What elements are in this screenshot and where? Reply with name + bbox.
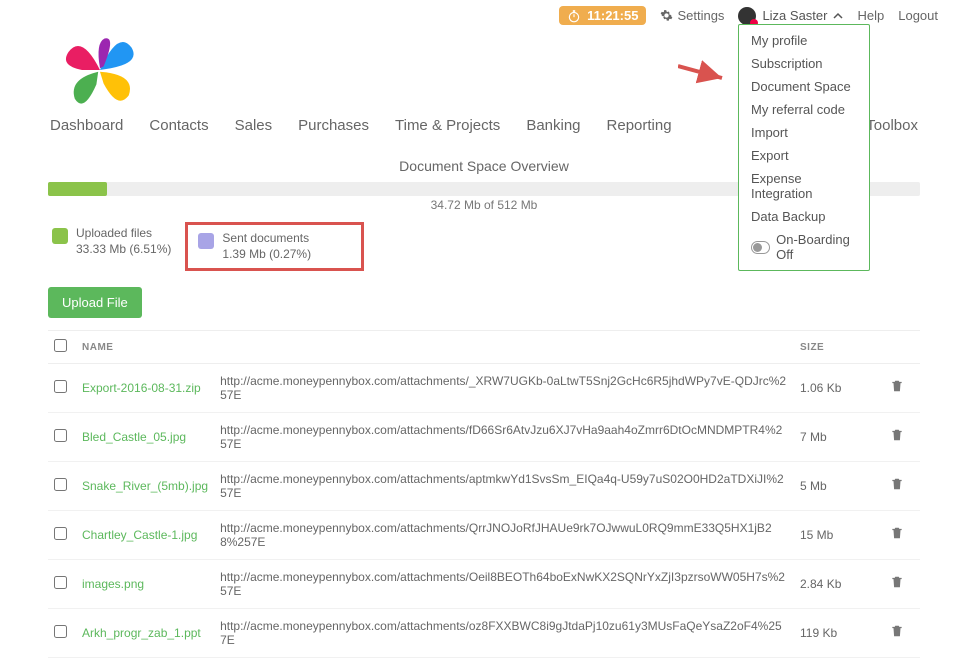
usage-fill [48,182,107,196]
session-timer: 11:21:55 [559,6,646,25]
trash-icon[interactable] [890,478,904,495]
timer-value: 11:21:55 [587,8,638,23]
uploaded-label: Uploaded files [76,226,171,242]
row-checkbox[interactable] [54,478,67,491]
col-name: NAME [76,331,214,364]
row-checkbox[interactable] [54,429,67,442]
nav-time-projects[interactable]: Time & Projects [395,111,500,140]
legend-sent-highlight: Sent documents 1.39 Mb (0.27%) [185,222,364,271]
file-url: http://acme.moneypennybox.com/attachment… [214,511,794,560]
menu-referral[interactable]: My referral code [739,98,869,121]
user-menu-toggle[interactable]: Liza Saster [738,7,843,25]
file-size: 5 Mb [794,462,884,511]
file-url: http://acme.moneypennybox.com/attachment… [214,560,794,609]
logout-link[interactable]: Logout [898,8,938,23]
table-row: Chartley_Castle-1.jpg http://acme.moneype… [48,511,920,560]
select-all-checkbox[interactable] [54,339,67,352]
chevron-up-icon [833,11,843,21]
nav-reporting[interactable]: Reporting [607,111,672,140]
row-checkbox[interactable] [54,576,67,589]
file-name-link[interactable]: Chartley_Castle-1.jpg [82,528,197,542]
col-size: SIZE [794,331,884,364]
file-size: 7 Mb [794,413,884,462]
table-row: Snake_River_(5mb).jpg http://acme.moneype… [48,462,920,511]
settings-label: Settings [677,8,724,23]
sent-label: Sent documents [222,231,311,247]
menu-expense-integration[interactable]: Expense Integration [739,167,869,205]
annotation-arrow [678,60,728,90]
app-logo [50,25,150,115]
menu-document-space[interactable]: Document Space [739,75,869,98]
file-name-link[interactable]: Arkh_progr_zab_1.ppt [82,626,201,640]
nav-purchases[interactable]: Purchases [298,111,369,140]
files-table: NAME SIZE Export-2016-08-31.zip http://ac… [48,330,920,658]
row-checkbox[interactable] [54,527,67,540]
file-size: 2.84 Kb [794,560,884,609]
onboarding-label: On-Boarding Off [776,232,857,262]
gear-icon [660,9,673,22]
row-checkbox[interactable] [54,380,67,393]
row-checkbox[interactable] [54,625,67,638]
file-size: 15 Mb [794,511,884,560]
menu-subscription[interactable]: Subscription [739,52,869,75]
upload-button[interactable]: Upload File [48,287,142,318]
file-name-link[interactable]: Bled_Castle_05.jpg [82,430,186,444]
nav-sales[interactable]: Sales [235,111,273,140]
sent-value: 1.39 Mb (0.27%) [222,247,311,263]
help-link[interactable]: Help [857,8,884,23]
table-row: Bled_Castle_05.jpg http://acme.moneypenny… [48,413,920,462]
table-row: images.png http://acme.moneypennybox.com/… [48,560,920,609]
file-name-link[interactable]: Export-2016-08-31.zip [82,381,201,395]
nav-banking[interactable]: Banking [526,111,580,140]
file-url: http://acme.moneypennybox.com/attachment… [214,609,794,658]
trash-icon[interactable] [890,380,904,397]
nav-dashboard[interactable]: Dashboard [50,111,123,140]
menu-import[interactable]: Import [739,121,869,144]
swatch-purple [198,233,214,249]
menu-my-profile[interactable]: My profile [739,29,869,52]
file-size: 119 Kb [794,609,884,658]
trash-icon[interactable] [890,527,904,544]
file-url: http://acme.moneypennybox.com/attachment… [214,364,794,413]
menu-export[interactable]: Export [739,144,869,167]
file-size: 1.06 Kb [794,364,884,413]
trash-icon[interactable] [890,429,904,446]
file-url: http://acme.moneypennybox.com/attachment… [214,413,794,462]
avatar [738,7,756,25]
trash-icon[interactable] [890,625,904,642]
uploaded-value: 33.33 Mb (6.51%) [76,242,171,258]
menu-data-backup[interactable]: Data Backup [739,205,869,228]
nav-contacts[interactable]: Contacts [149,111,208,140]
legend-uploaded: Uploaded files 33.33 Mb (6.51%) [48,222,175,261]
user-name: Liza Saster [762,8,827,23]
table-row: Export-2016-08-31.zip http://acme.moneype… [48,364,920,413]
swatch-green [52,228,68,244]
table-row: Arkh_progr_zab_1.ppt http://acme.moneypen… [48,609,920,658]
file-name-link[interactable]: Snake_River_(5mb).jpg [82,479,208,493]
file-url: http://acme.moneypennybox.com/attachment… [214,462,794,511]
stopwatch-icon [567,9,581,23]
toggle-icon [751,241,770,254]
menu-onboarding[interactable]: On-Boarding Off [739,228,869,266]
user-dropdown: My profile Subscription Document Space M… [738,24,870,271]
settings-link[interactable]: Settings [660,8,724,23]
file-name-link[interactable]: images.png [82,577,144,591]
trash-icon[interactable] [890,576,904,593]
